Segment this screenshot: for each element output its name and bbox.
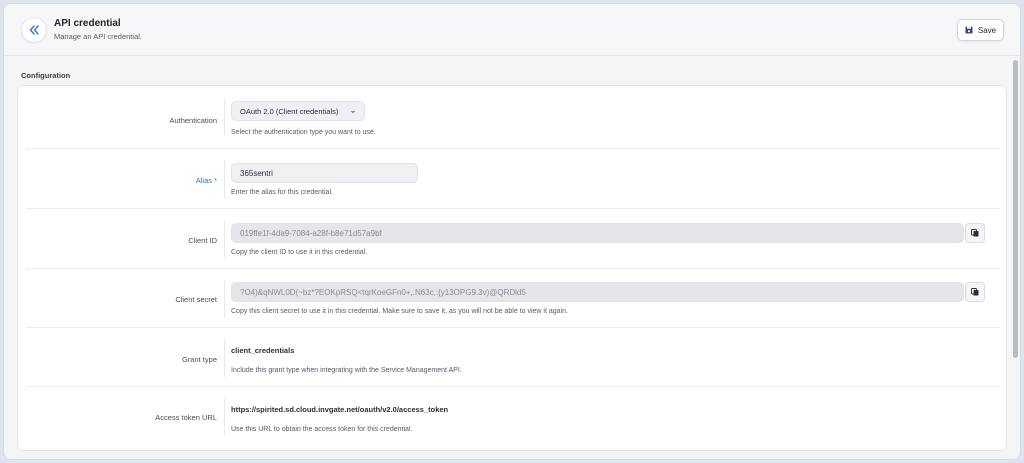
client-id-row: Client ID 019ffe1f-4da9-7084-a28f-b8e71d… [26,210,1000,269]
client-id-help: Copy the client ID to use it in this cre… [231,249,368,256]
copy-icon [971,288,979,296]
alias-input[interactable]: 365sentri [231,163,418,183]
row-divider [224,160,225,198]
authentication-value: OAuth 2.0 (Client credentials) [240,106,339,116]
grant-type-row: Grant type client_credentials Include th… [26,329,1000,387]
client-id-label: Client ID [188,236,217,245]
copy-client-secret-button[interactable] [965,282,985,302]
access-token-url-help: Use this URL to obtain the access token … [231,426,413,433]
save-label: Save [977,25,997,35]
access-token-url-value: https://spirited.sd.cloud.invgate.net/oa… [231,405,449,414]
row-divider [224,220,225,258]
page-subtitle: Manage an API credential. [54,32,142,41]
row-divider [224,280,225,318]
floppy-disk-icon [965,26,973,34]
access-token-url-row: Access token URL https://spirited.sd.clo… [26,388,1000,446]
row-divider [224,339,225,377]
client-secret-row: Client secret ?O4)&qNWL0D(~bz*?EOKpRSQ<t… [26,270,1000,328]
authentication-row: Authentication OAuth 2.0 (Client credent… [26,86,1000,149]
copy-icon [971,229,979,237]
authentication-select[interactable]: OAuth 2.0 (Client credentials) [231,101,365,121]
authentication-label: Authentication [169,116,217,125]
client-id-value: 019ffe1f-4da9-7084-a28f-b8e71d57a9bf [240,228,382,238]
access-token-url-label: Access token URL [155,413,217,422]
client-secret-value: ?O4)&qNWL0D(~bz*?EOKpRSQ<tqrKoeGFn0+,.N6… [240,287,526,297]
client-secret-help: Copy this client secret to use it in thi… [231,308,568,315]
row-divider [224,398,225,436]
client-id-field: 019ffe1f-4da9-7084-a28f-b8e71d57a9bf [231,223,964,243]
scrollbar[interactable] [1013,60,1018,358]
row-divider [224,99,225,136]
chevron-down-icon [350,111,356,114]
back-button[interactable] [21,17,47,43]
alias-help: Enter the alias for this credential. [231,189,333,196]
grant-type-help: Include this grant type when integrating… [231,367,462,374]
section-title: Configuration [21,71,71,80]
page-title: API credential [54,18,121,29]
client-secret-field: ?O4)&qNWL0D(~bz*?EOKpRSQ<tqrKoeGFn0+,.N6… [231,282,964,302]
configuration-panel: Authentication OAuth 2.0 (Client credent… [17,85,1007,451]
grant-type-label: Grant type [181,355,217,364]
app-window: API credential Manage an API credential.… [3,3,1021,460]
page-header: API credential Manage an API credential.… [4,4,1020,56]
grant-type-value: client_credentials [231,346,295,355]
client-secret-label: Client secret [175,295,217,304]
save-button[interactable]: Save [957,19,1004,41]
alias-label: Alias * [195,176,217,185]
alias-value: 365sentri [240,168,273,178]
alias-row: Alias * 365sentri Enter the alias for th… [26,150,1000,209]
authentication-help: Select the authentication type you want … [231,129,376,136]
double-chevron-left-icon [29,25,39,35]
copy-client-id-button[interactable] [965,223,985,243]
